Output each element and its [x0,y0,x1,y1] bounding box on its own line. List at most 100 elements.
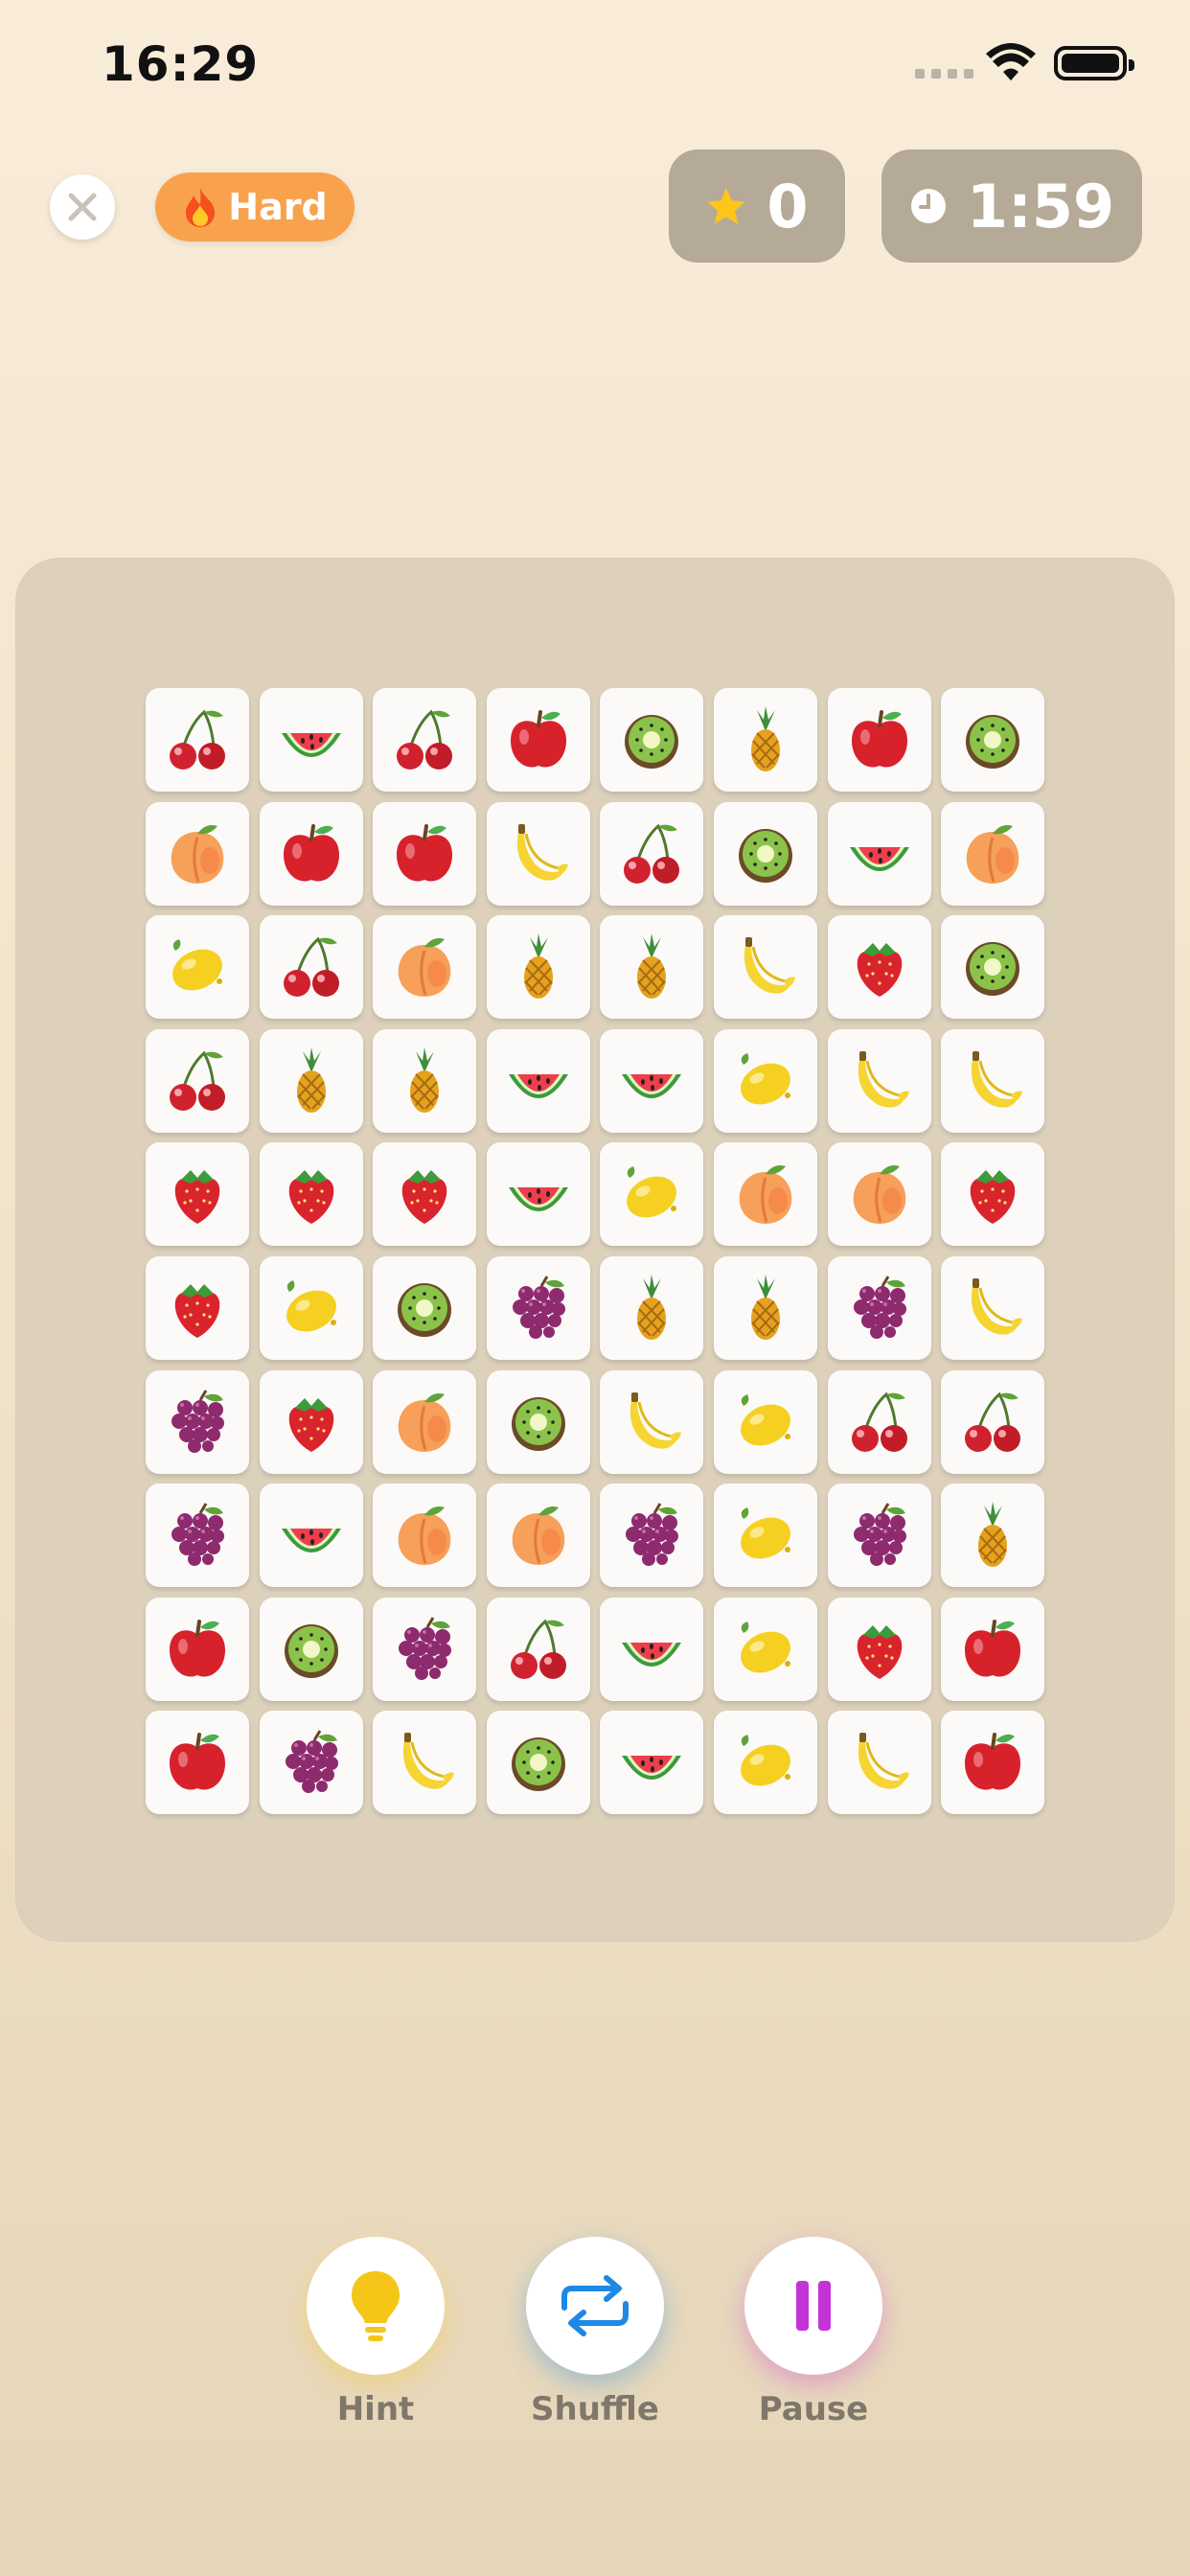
pineapple-icon [750,1274,780,1340]
tile-banana[interactable] [486,801,590,906]
tile-lemon[interactable] [713,1369,817,1474]
cherry-icon [397,709,453,770]
tile-watermelon[interactable] [259,688,363,792]
peach-icon [966,824,1019,884]
tile-cherry[interactable] [941,1369,1045,1474]
tile-strawberry[interactable] [941,1142,1045,1247]
tile-peach[interactable] [486,1484,590,1588]
tile-watermelon[interactable] [827,801,931,906]
tile-apple[interactable] [259,801,363,906]
tile-cherry[interactable] [259,915,363,1020]
tile-pineapple[interactable] [259,1028,363,1133]
strawberry-icon [970,1170,1016,1225]
tile-watermelon[interactable] [600,1711,704,1815]
flame-icon [186,188,216,227]
tile-banana[interactable] [600,1369,704,1474]
tile-watermelon[interactable] [259,1484,363,1588]
tile-cherry[interactable] [373,688,477,792]
tile-watermelon[interactable] [600,1597,704,1701]
tile-peach[interactable] [373,1484,477,1588]
tile-grapes[interactable] [146,1484,249,1588]
tile-grapes[interactable] [600,1484,704,1588]
tile-grapes[interactable] [259,1711,363,1815]
apple-icon [965,1619,1021,1677]
tile-banana[interactable] [827,1711,931,1815]
tile-pineapple[interactable] [941,1484,1045,1588]
strawberry-icon [401,1170,447,1225]
kiwi-icon [398,1282,452,1337]
tile-watermelon[interactable] [600,1028,704,1133]
tile-grapes[interactable] [486,1255,590,1360]
tile-banana[interactable] [941,1255,1045,1360]
tile-banana[interactable] [827,1028,931,1133]
tile-kiwi[interactable] [486,1369,590,1474]
tile-apple[interactable] [373,801,477,906]
apple-icon [170,1733,225,1790]
kiwi-icon [511,1737,565,1792]
tile-lemon[interactable] [713,1028,817,1133]
pineapple-icon [978,1502,1008,1568]
tile-cherry[interactable] [146,1028,249,1133]
tile-apple[interactable] [146,1597,249,1701]
lemon-icon [741,1621,790,1673]
tile-kiwi[interactable] [941,915,1045,1020]
hint-button[interactable] [307,2237,445,2375]
tile-peach[interactable] [373,1369,477,1474]
tile-pineapple[interactable] [486,915,590,1020]
watermelon-icon [281,1529,341,1553]
tile-lemon[interactable] [713,1597,817,1701]
tile-strawberry[interactable] [259,1142,363,1247]
tile-apple[interactable] [486,688,590,792]
peach-icon [739,1165,792,1225]
tile-kiwi[interactable] [713,801,817,906]
tile-cherry[interactable] [600,801,704,906]
tile-pineapple[interactable] [713,688,817,792]
tile-lemon[interactable] [600,1142,704,1247]
tile-cherry[interactable] [827,1369,931,1474]
tile-watermelon[interactable] [486,1028,590,1133]
pause-button[interactable] [744,2237,882,2375]
tile-peach[interactable] [941,801,1045,906]
tile-grapes[interactable] [373,1597,477,1701]
tile-lemon[interactable] [146,915,249,1020]
tile-kiwi[interactable] [941,688,1045,792]
tile-grapes[interactable] [827,1255,931,1360]
tile-apple[interactable] [941,1711,1045,1815]
tile-pineapple[interactable] [373,1028,477,1133]
tile-kiwi[interactable] [259,1597,363,1701]
tile-banana[interactable] [713,915,817,1020]
tile-lemon[interactable] [713,1711,817,1815]
tile-watermelon[interactable] [486,1142,590,1247]
tile-peach[interactable] [373,915,477,1020]
tile-lemon[interactable] [259,1255,363,1360]
tile-banana[interactable] [373,1711,477,1815]
tile-peach[interactable] [827,1142,931,1247]
tile-strawberry[interactable] [146,1255,249,1360]
tile-kiwi[interactable] [486,1711,590,1815]
tile-peach[interactable] [146,801,249,906]
tile-kiwi[interactable] [600,688,704,792]
tile-cherry[interactable] [146,688,249,792]
tile-strawberry[interactable] [373,1142,477,1247]
shuffle-button[interactable] [526,2237,664,2375]
tile-strawberry[interactable] [146,1142,249,1247]
tile-grapes[interactable] [827,1484,931,1588]
tile-lemon[interactable] [713,1484,817,1588]
close-button[interactable] [50,174,115,240]
tile-strawberry[interactable] [259,1369,363,1474]
tile-pineapple[interactable] [600,915,704,1020]
tile-cherry[interactable] [486,1597,590,1701]
tile-strawberry[interactable] [827,915,931,1020]
tile-apple[interactable] [941,1597,1045,1701]
grapes-icon [512,1276,565,1339]
tile-grapes[interactable] [146,1369,249,1474]
tile-peach[interactable] [713,1142,817,1247]
tile-apple[interactable] [827,688,931,792]
tile-apple[interactable] [146,1711,249,1815]
tile-banana[interactable] [941,1028,1045,1133]
star-icon [707,188,746,224]
tile-pineapple[interactable] [713,1255,817,1360]
tile-strawberry[interactable] [827,1597,931,1701]
tile-kiwi[interactable] [373,1255,477,1360]
tile-pineapple[interactable] [600,1255,704,1360]
